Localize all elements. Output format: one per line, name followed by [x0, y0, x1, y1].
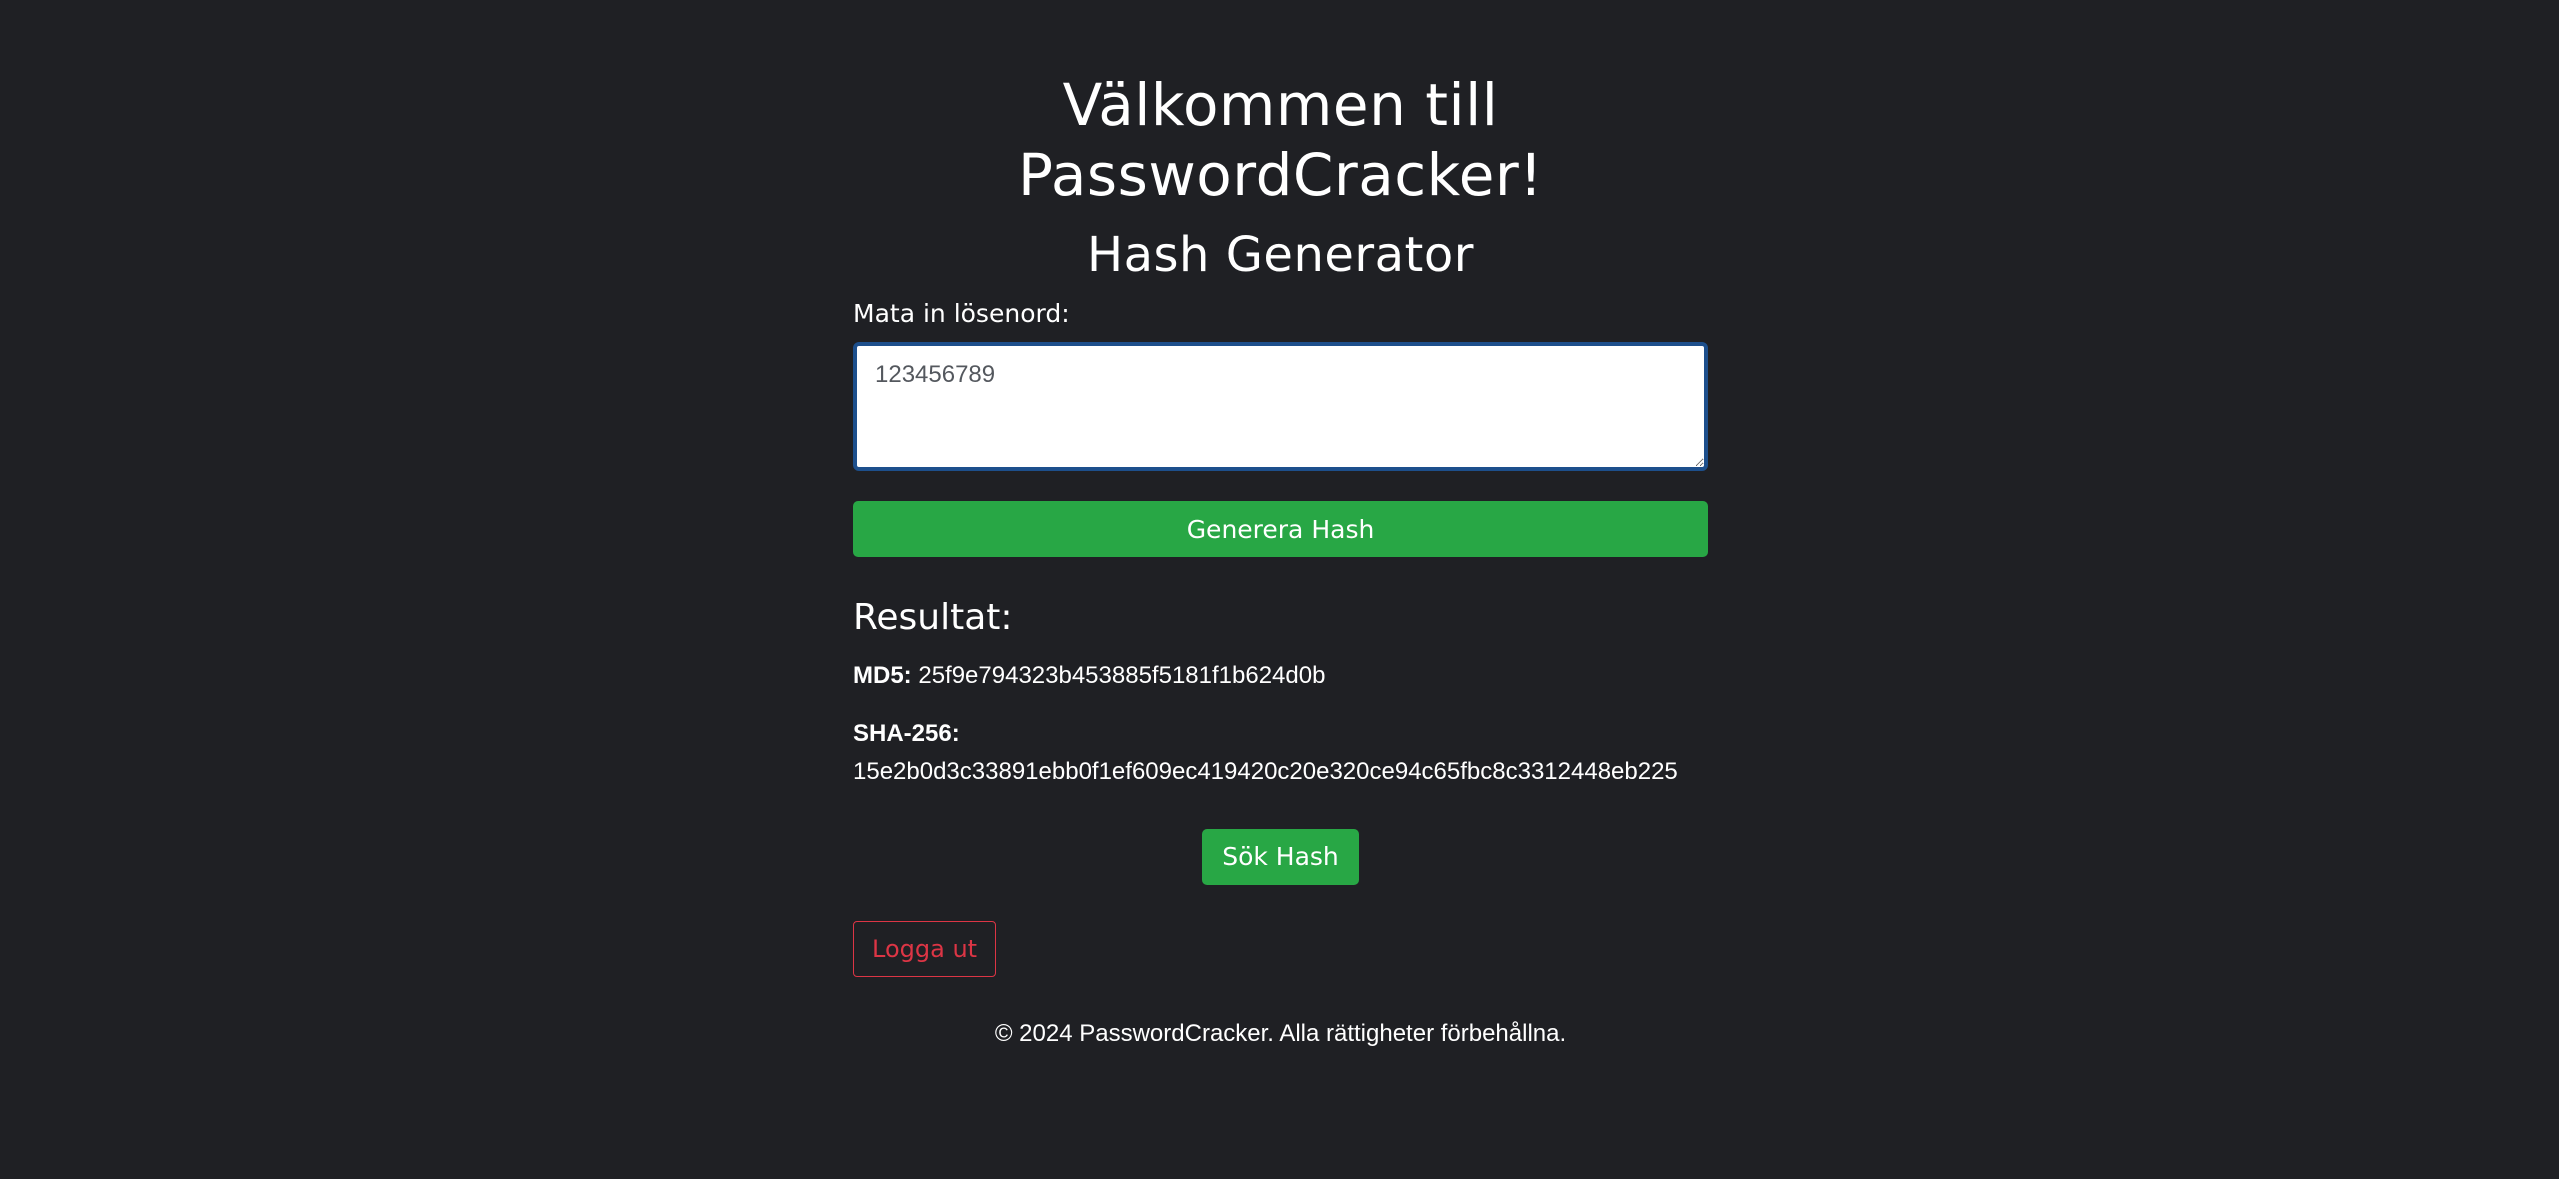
logout-row: Logga ut: [853, 885, 1708, 977]
logout-button[interactable]: Logga ut: [853, 921, 997, 977]
page-subtitle: Hash Generator: [1087, 227, 1474, 283]
search-hash-button[interactable]: Sök Hash: [1202, 829, 1359, 885]
main-container: Välkommen till PasswordCracker! Hash Gen…: [853, 0, 1708, 1051]
title-line-1: Välkommen till: [1062, 71, 1499, 139]
page-title: Välkommen till PasswordCracker!: [853, 70, 1708, 210]
sha256-value: 15e2b0d3c33891ebb0f1ef609ec419420c20e320…: [853, 758, 1678, 785]
generate-hash-button[interactable]: Generera Hash: [853, 501, 1708, 557]
result-heading: Resultat:: [853, 597, 1013, 638]
search-button-row: Sök Hash: [853, 791, 1708, 885]
password-input[interactable]: 123456789: [853, 342, 1708, 471]
footer-copyright: © 2024 PasswordCracker. Alla rättigheter…: [994, 1020, 1567, 1047]
md5-result: MD5: 25f9e794323b453885f5181f1b624d0b: [853, 657, 1708, 695]
md5-value: 25f9e794323b453885f5181f1b624d0b: [918, 662, 1326, 689]
md5-label: MD5:: [853, 662, 912, 689]
sha256-label: SHA-256:: [853, 720, 960, 747]
title-line-2: PasswordCracker!: [1018, 141, 1543, 209]
password-label: Mata in lösenord:: [853, 299, 1070, 328]
sha256-result: SHA-256: 15e2b0d3c33891ebb0f1ef609ec4194…: [853, 715, 1708, 791]
